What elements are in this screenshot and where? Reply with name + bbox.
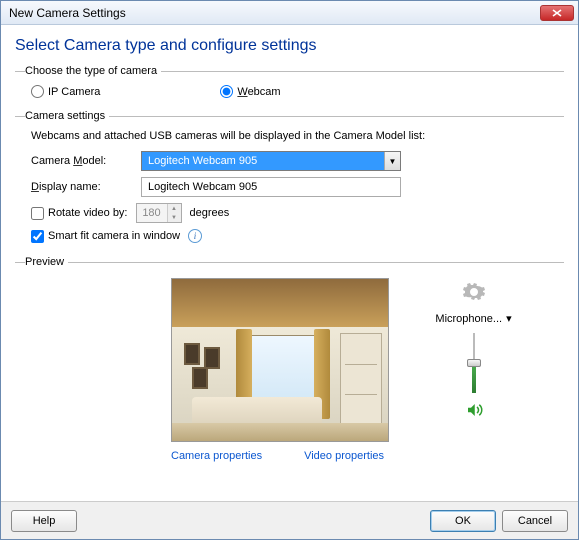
smart-fit-label: Smart fit camera in window [48, 230, 180, 242]
settings-info-text: Webcams and attached USB cameras will be… [25, 128, 564, 148]
dialog-window: New Camera Settings Select Camera type a… [0, 0, 579, 540]
camera-settings-legend: Camera settings [25, 110, 109, 122]
link-video-properties[interactable]: Video properties [304, 450, 384, 462]
row-display-name: Display name: [25, 174, 564, 200]
label-display-name: Display name: [31, 181, 131, 193]
close-button[interactable] [540, 5, 574, 21]
label-camera-model: Camera Model: [31, 155, 131, 167]
titlebar[interactable]: New Camera Settings [1, 1, 578, 25]
camera-type-group: Choose the type of camera IP Camera Webc… [15, 65, 564, 106]
spin-up-icon[interactable]: ▲ [168, 204, 181, 213]
info-icon[interactable]: i [188, 229, 202, 243]
microphone-label: Microphone... [435, 313, 502, 325]
rotate-label: Rotate video by: [48, 207, 128, 219]
link-camera-properties[interactable]: Camera properties [171, 450, 262, 462]
ok-button[interactable]: OK [430, 510, 496, 532]
preview-center: Camera properties Video properties [171, 278, 389, 462]
radio-ip-input[interactable] [31, 85, 44, 98]
preview-controls: Microphone... ▾ [389, 278, 558, 462]
close-icon [552, 9, 562, 17]
camera-type-legend: Choose the type of camera [25, 65, 161, 77]
smart-fit-checkbox[interactable] [31, 230, 44, 243]
rotate-degrees-spinner[interactable]: 180 ▲ ▼ [136, 203, 182, 223]
radio-ip-camera[interactable]: IP Camera [31, 85, 100, 98]
radio-webcam-input[interactable] [220, 85, 233, 98]
microphone-select[interactable]: Microphone... ▾ [435, 312, 511, 325]
camera-model-select[interactable]: Logitech Webcam 905 ▼ [141, 151, 401, 171]
radio-ip-label: IP Camera [48, 86, 100, 98]
window-title: New Camera Settings [9, 6, 126, 20]
spin-down-icon[interactable]: ▼ [168, 213, 181, 222]
radio-webcam-label: Webcam [237, 86, 280, 98]
spinner-buttons[interactable]: ▲ ▼ [167, 204, 181, 222]
row-camera-model: Camera Model: Logitech Webcam 905 ▼ [25, 148, 564, 174]
preview-group: Preview Camera properties Video properti… [15, 256, 564, 468]
camera-settings-group: Camera settings Webcams and attached USB… [15, 110, 564, 252]
volume-slider[interactable] [464, 333, 484, 393]
cancel-button[interactable]: Cancel [502, 510, 568, 532]
page-title: Select Camera type and configure setting… [15, 37, 564, 55]
camera-model-value: Logitech Webcam 905 [142, 152, 384, 170]
rotate-checkbox[interactable] [31, 207, 44, 220]
dialog-footer: Help OK Cancel [1, 501, 578, 539]
radio-webcam[interactable]: Webcam [220, 85, 280, 98]
camera-model-dropdown-button[interactable]: ▼ [384, 152, 400, 170]
help-button[interactable]: Help [11, 510, 77, 532]
chevron-down-icon: ▾ [506, 312, 512, 325]
row-rotate-video: Rotate video by: 180 ▲ ▼ degrees [25, 200, 564, 226]
row-smart-fit: Smart fit camera in window i [25, 226, 564, 246]
speaker-icon[interactable] [465, 401, 483, 419]
rotate-value: 180 [137, 204, 167, 222]
preview-legend: Preview [25, 256, 68, 268]
gear-icon[interactable] [462, 280, 486, 304]
chevron-down-icon: ▼ [389, 157, 397, 166]
rotate-unit: degrees [190, 207, 230, 219]
camera-preview-image [171, 278, 389, 442]
dialog-content: Select Camera type and configure setting… [1, 25, 578, 501]
display-name-input[interactable] [141, 177, 401, 197]
